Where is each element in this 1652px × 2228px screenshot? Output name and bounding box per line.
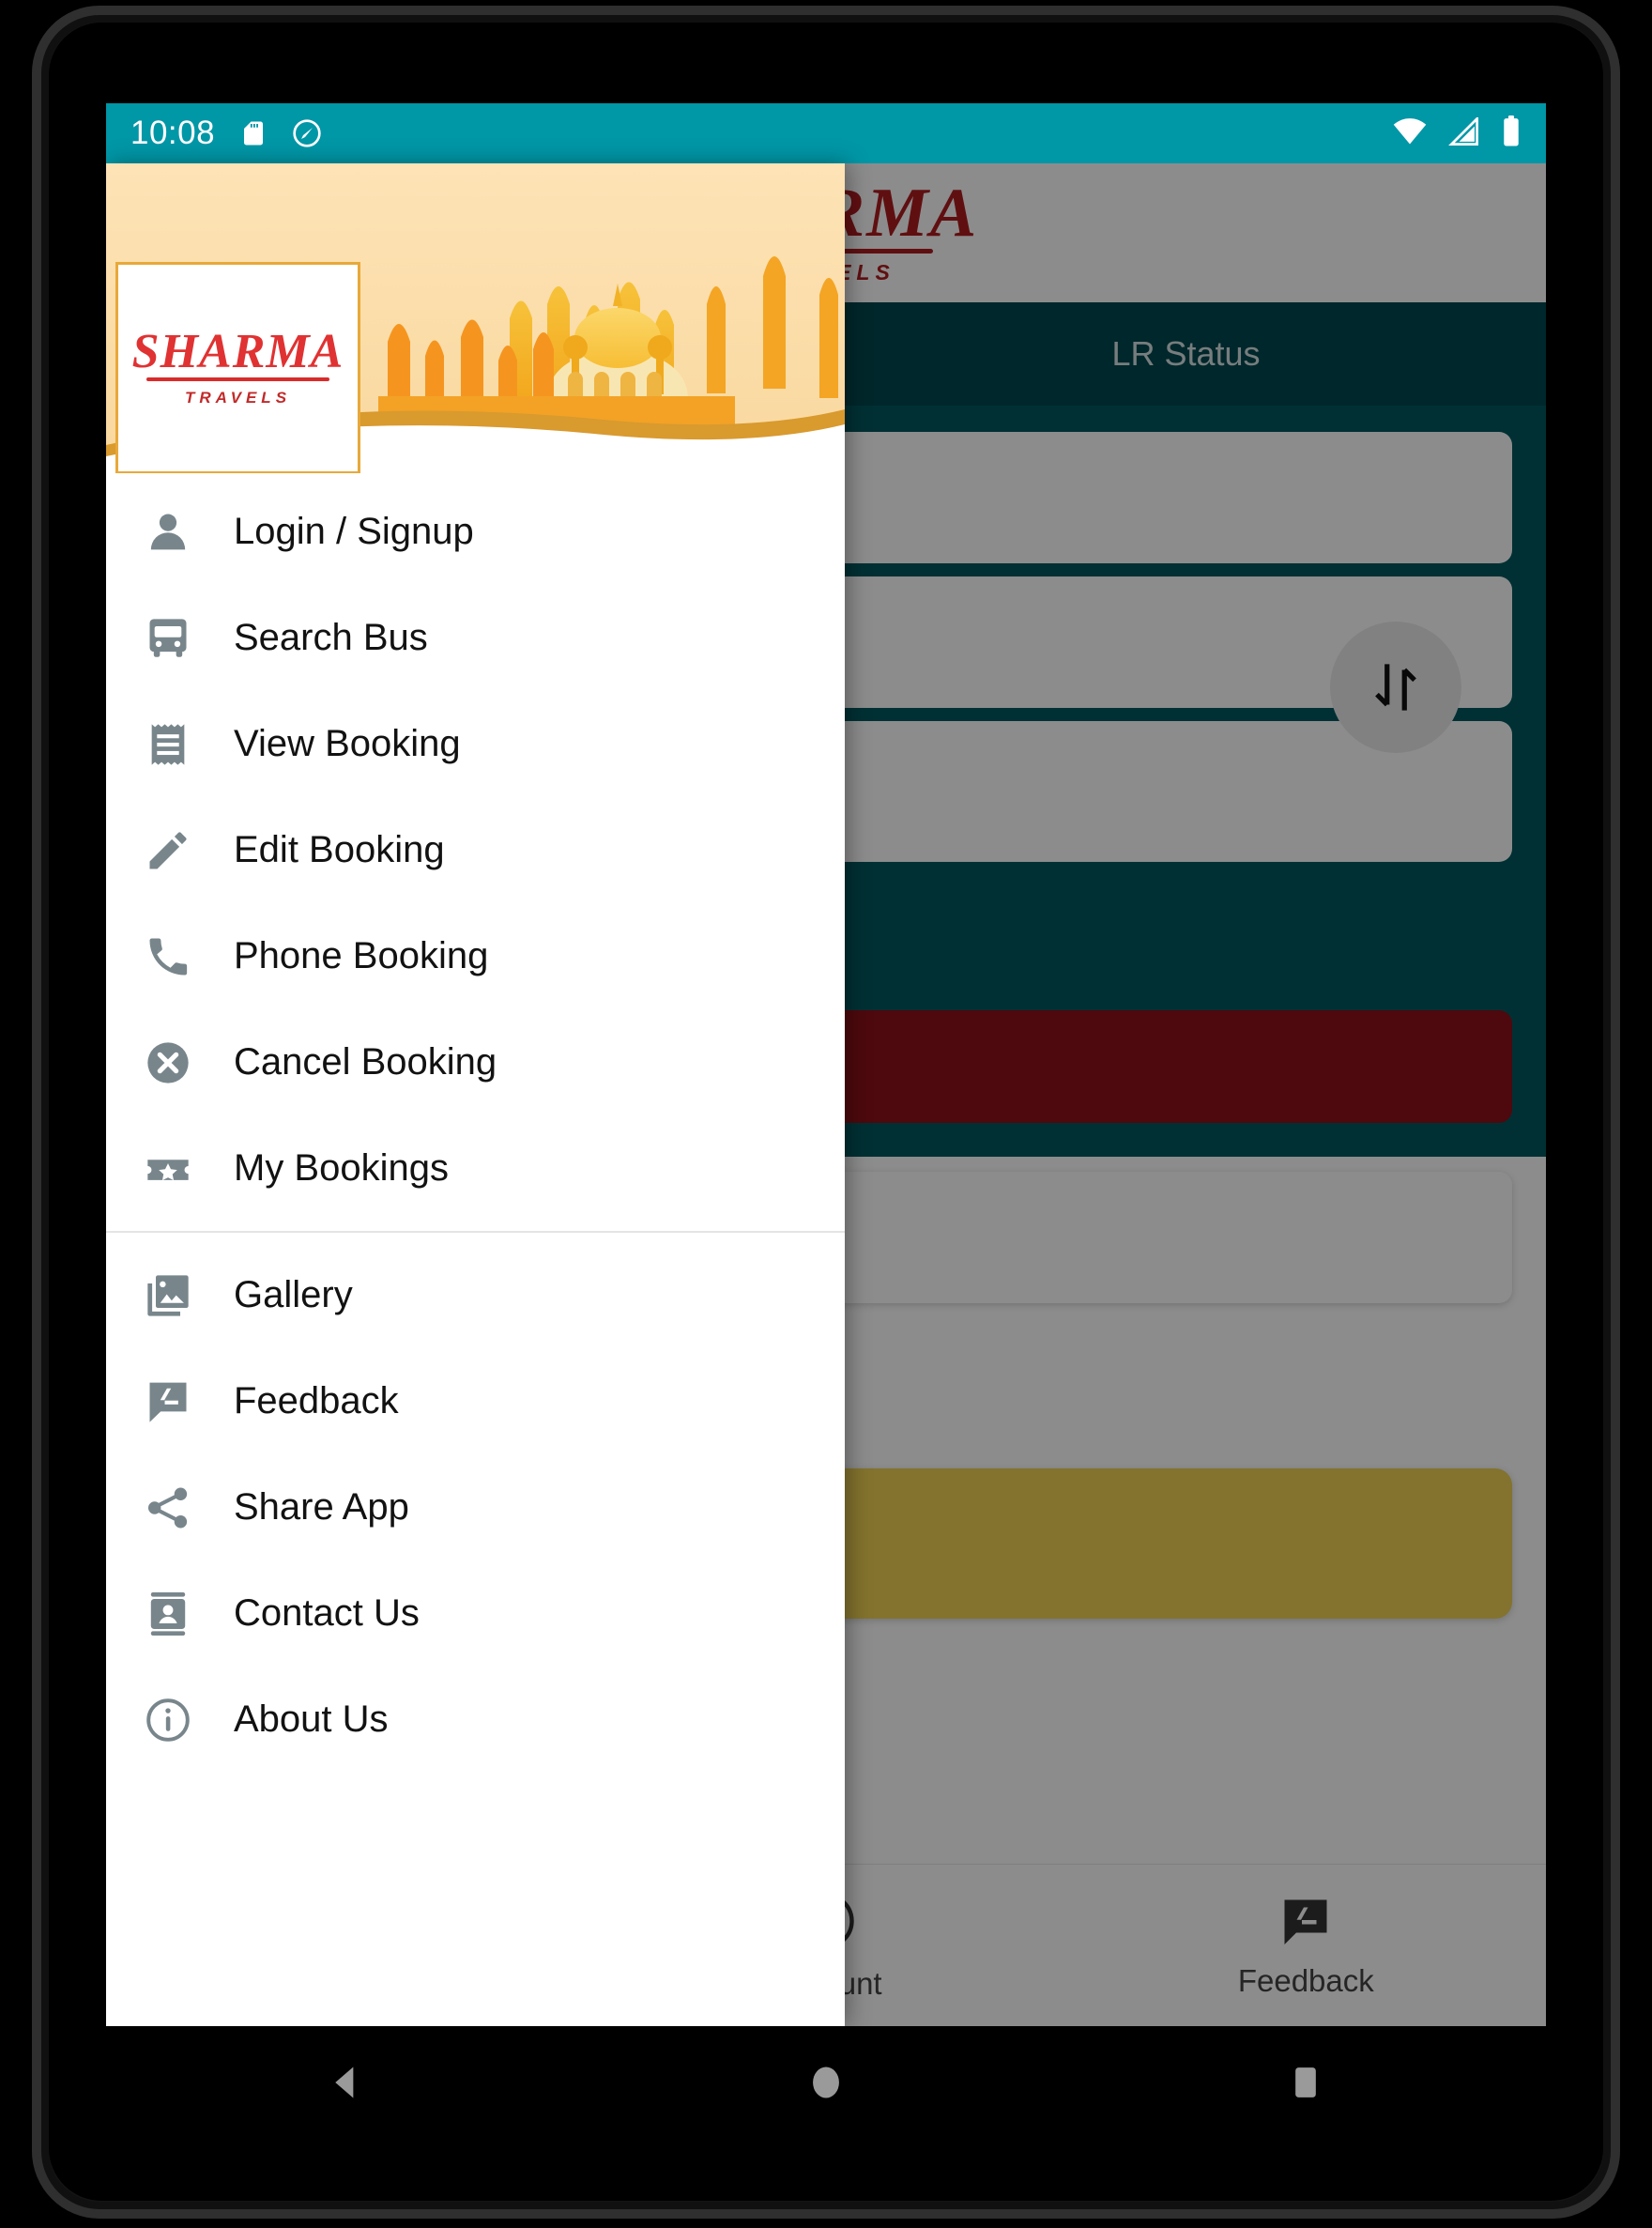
drawer-brand-subtitle: TRAVELS <box>184 389 292 407</box>
drawer-item-my-bookings[interactable]: My Bookings <box>106 1115 845 1222</box>
drawer-item-phone-booking-label: Phone Booking <box>234 935 489 976</box>
drawer-item-about-us-label: About Us <box>234 1698 389 1740</box>
drawer-item-view-booking-label: View Booking <box>234 723 461 764</box>
navigation-drawer: SHARMA TRAVELS Login / Signup Search Bus… <box>106 163 845 2026</box>
device-frame: 10:08 LR Status Feedback SHARMA TRAVELS … <box>0 0 1652 2228</box>
bus-icon <box>144 614 213 663</box>
pencil-icon <box>144 826 213 875</box>
wifi-icon <box>1392 117 1428 150</box>
drawer-item-phone-booking[interactable]: Phone Booking <box>106 903 845 1009</box>
cancel-circle-icon <box>144 1038 213 1087</box>
gallery-icon <box>144 1271 213 1320</box>
battery-icon <box>1501 115 1522 152</box>
drawer-item-cancel-booking-label: Cancel Booking <box>234 1041 497 1083</box>
drawer-item-login-signup-label: Login / Signup <box>234 511 474 552</box>
ticket-star-icon <box>144 1145 213 1193</box>
info-icon <box>144 1696 213 1744</box>
drawer-item-view-booking[interactable]: View Booking <box>106 691 845 797</box>
person-icon <box>144 508 213 557</box>
drawer-item-cancel-booking[interactable]: Cancel Booking <box>106 1009 845 1115</box>
status-bar-right-icons <box>1392 115 1522 152</box>
drawer-item-my-bookings-label: My Bookings <box>234 1147 449 1189</box>
device-screen: 10:08 LR Status Feedback SHARMA TRAVELS … <box>49 23 1603 2201</box>
contacts-icon <box>144 1590 213 1638</box>
nav-recents-button[interactable] <box>1066 2062 1546 2103</box>
drawer-item-feedback[interactable]: Feedback <box>106 1348 845 1454</box>
nav-back-button[interactable] <box>106 2062 586 2103</box>
system-navigation-bar <box>106 2026 1546 2139</box>
drawer-menu-group-primary: Login / Signup Search Bus View Booking E… <box>106 473 845 1227</box>
nav-home-button[interactable] <box>586 2062 1065 2103</box>
quick-settings-icon <box>292 118 322 148</box>
drawer-item-search-bus-label: Search Bus <box>234 617 428 658</box>
drawer-menu-divider <box>106 1231 845 1233</box>
status-bar-clock: 10:08 <box>130 115 216 151</box>
drawer-item-feedback-label: Feedback <box>234 1380 399 1421</box>
drawer-item-gallery[interactable]: Gallery <box>106 1242 845 1348</box>
drawer-item-share-app[interactable]: Share App <box>106 1454 845 1560</box>
drawer-item-about-us[interactable]: About Us <box>106 1667 845 1773</box>
drawer-logo-card: SHARMA TRAVELS <box>115 262 360 473</box>
drawer-item-contact-us-label: Contact Us <box>234 1592 420 1634</box>
app-viewport: 10:08 LR Status Feedback SHARMA TRAVELS … <box>106 103 1546 2026</box>
drawer-item-edit-booking-label: Edit Booking <box>234 829 445 870</box>
share-icon <box>144 1483 213 1532</box>
drawer-item-share-app-label: Share App <box>234 1486 409 1528</box>
drawer-item-search-bus[interactable]: Search Bus <box>106 585 845 691</box>
drawer-item-login-signup[interactable]: Login / Signup <box>106 479 845 585</box>
drawer-brand-wordmark: SHARMA <box>131 324 344 378</box>
signal-icon <box>1448 115 1480 150</box>
drawer-item-gallery-label: Gallery <box>234 1274 353 1315</box>
drawer-item-contact-us[interactable]: Contact Us <box>106 1560 845 1667</box>
drawer-menu-group-secondary: Gallery Feedback Share App Contact Us Ab… <box>106 1237 845 1778</box>
phone-icon <box>144 932 213 981</box>
receipt-icon <box>144 720 213 769</box>
sd-card-icon <box>239 117 268 149</box>
drawer-item-edit-booking[interactable]: Edit Booking <box>106 797 845 903</box>
drawer-header: SHARMA TRAVELS <box>106 163 845 473</box>
status-bar: 10:08 <box>106 103 1546 163</box>
feedback-icon <box>144 1377 213 1426</box>
